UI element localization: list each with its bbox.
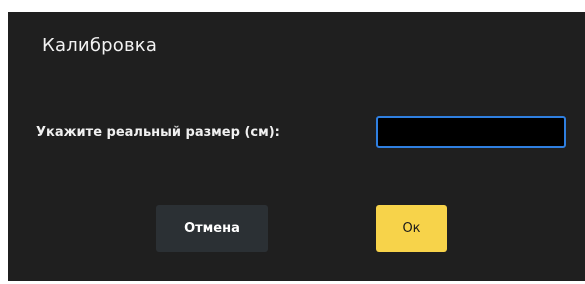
real-size-input[interactable] <box>376 116 566 148</box>
ok-button[interactable]: Ок <box>376 205 447 252</box>
dialog-title: Калибровка <box>42 35 158 56</box>
real-size-label: Укажите реальный размер (см): <box>36 125 280 140</box>
cancel-button[interactable]: Отмена <box>156 205 268 252</box>
calibration-dialog: Калибровка Укажите реальный размер (см):… <box>8 12 585 281</box>
